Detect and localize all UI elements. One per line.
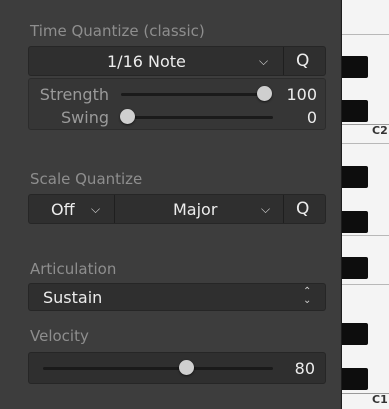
scale-type-dropdown[interactable]: Major ⌵ xyxy=(115,195,283,223)
swing-label: Swing xyxy=(61,108,109,127)
piano-keyboard[interactable]: C2 C1 xyxy=(341,0,389,409)
midi-transform-panel: Time Quantize (classic) 1/16 Note ⌵ Q St… xyxy=(0,0,340,409)
swing-value[interactable]: 0 xyxy=(277,108,317,127)
scale-quantize-control: Off ⌵ Major ⌵ Q xyxy=(28,194,326,224)
swing-slider-track[interactable] xyxy=(125,116,273,119)
quantize-sliders-box: Strength 100 Swing 0 xyxy=(28,78,326,130)
octave-label-c2: C2 xyxy=(372,124,388,137)
note-value-label: 1/16 Note xyxy=(107,52,186,71)
black-key[interactable] xyxy=(342,257,368,279)
black-key[interactable] xyxy=(342,368,368,390)
scale-root-value: Off xyxy=(51,200,75,219)
chevron-down-icon: ⌵ xyxy=(261,202,271,216)
articulation-dropdown[interactable]: Sustain ⌃ ⌄ xyxy=(28,283,326,311)
up-down-chevron-icon: ⌃ ⌄ xyxy=(303,286,312,306)
note-value-control: 1/16 Note ⌵ Q xyxy=(28,46,326,76)
white-key-divider xyxy=(342,284,389,285)
velocity-slider-box: 80 xyxy=(28,352,326,384)
black-key[interactable] xyxy=(342,211,368,233)
strength-slider-thumb[interactable] xyxy=(257,86,272,101)
black-key[interactable] xyxy=(342,100,368,122)
scale-type-value: Major xyxy=(173,200,218,219)
black-key[interactable] xyxy=(342,166,368,188)
chevron-down-icon: ⌵ xyxy=(91,202,101,216)
strength-slider-track[interactable] xyxy=(121,93,263,96)
velocity-title: Velocity xyxy=(30,327,89,345)
chevron-down-icon: ⌵ xyxy=(259,54,269,68)
note-value-dropdown[interactable]: 1/16 Note ⌵ xyxy=(29,47,283,75)
scale-root-dropdown[interactable]: Off ⌵ xyxy=(29,195,114,223)
q-button-label: Q xyxy=(296,199,310,219)
scale-quantize-title: Scale Quantize xyxy=(30,170,143,188)
swing-slider-thumb[interactable] xyxy=(120,109,135,124)
scale-quantize-q-button[interactable]: Q xyxy=(284,195,325,223)
white-key-divider xyxy=(342,235,389,236)
time-quantize-title: Time Quantize (classic) xyxy=(30,22,205,40)
strength-label: Strength xyxy=(39,85,109,104)
white-key-divider xyxy=(342,34,389,35)
velocity-slider-track[interactable] xyxy=(43,367,273,370)
black-key[interactable] xyxy=(342,56,368,78)
articulation-value: Sustain xyxy=(43,288,103,307)
q-button-label: Q xyxy=(296,51,310,71)
velocity-value[interactable]: 80 xyxy=(277,359,315,378)
octave-label-c1: C1 xyxy=(372,393,388,406)
white-key-divider xyxy=(342,143,389,144)
strength-value[interactable]: 100 xyxy=(277,85,317,104)
time-quantize-q-button[interactable]: Q xyxy=(284,47,325,75)
articulation-title: Articulation xyxy=(30,260,117,278)
velocity-slider-thumb[interactable] xyxy=(179,360,194,375)
black-key[interactable] xyxy=(342,323,368,345)
